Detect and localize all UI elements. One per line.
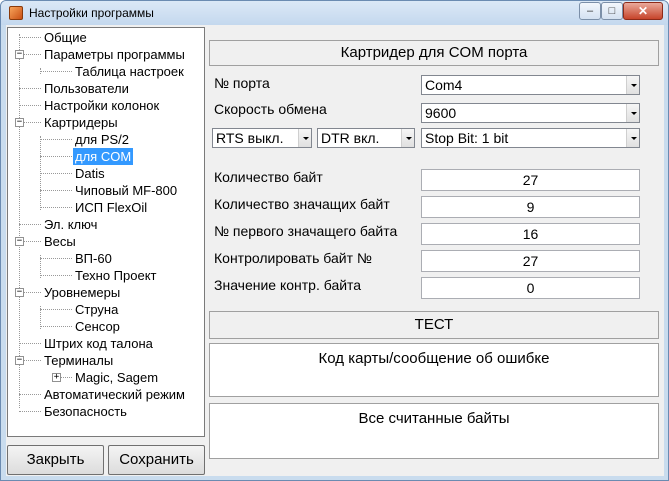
tree-item-flexoil[interactable]: ИСП FlexOil [73, 199, 149, 216]
tree-item-terminals[interactable]: Терминалы [42, 352, 115, 369]
tree-item-techno-project[interactable]: Техно Проект [73, 267, 159, 284]
tree-item-magic-sagem[interactable]: Magic, Sagem [73, 369, 160, 386]
tree-item-vp60[interactable]: ВП-60 [73, 250, 114, 267]
expand-toggle-params[interactable]: − [15, 50, 24, 59]
control-byte-label: Контролировать байт № [214, 250, 372, 266]
tree-item-scales[interactable]: Весы [42, 233, 78, 250]
tree-line [40, 326, 72, 327]
tree-item-security[interactable]: Безопасность [42, 403, 129, 420]
settings-window: Настройки программы – □ ✕ − − − − − + Об… [0, 0, 669, 481]
tree-line [19, 88, 41, 89]
read-bytes-output: Все считанные байты [209, 403, 659, 459]
minimize-button[interactable]: – [579, 2, 601, 20]
tree-line [40, 173, 72, 174]
tree-item-column-settings[interactable]: Настройки колонок [42, 97, 161, 114]
control-byte-field[interactable]: 27 [421, 250, 640, 272]
port-label: № порта [214, 75, 270, 91]
app-icon [9, 6, 23, 20]
rts-select-value: RTS выкл. [216, 130, 284, 146]
significant-bytes-field[interactable]: 9 [421, 196, 640, 218]
tree-item-general[interactable]: Общие [42, 29, 89, 46]
significant-bytes-label: Количество значащих байт [214, 196, 390, 212]
tree-item-barcode[interactable]: Штрих код талона [42, 335, 155, 352]
chevron-down-icon[interactable] [401, 129, 414, 147]
close-window-button[interactable]: ✕ [623, 2, 663, 20]
byte-count-field[interactable]: 27 [421, 169, 640, 191]
title-bar[interactable]: Настройки программы – □ ✕ [1, 1, 668, 25]
tree-line [19, 105, 41, 106]
settings-tree[interactable]: − − − − − + Общие Параметры программы Та… [7, 27, 205, 437]
tree-item-mf800[interactable]: Чиповый MF-800 [73, 182, 179, 199]
tree-item-settings-table[interactable]: Таблица настроек [73, 63, 186, 80]
first-byte-field[interactable]: 16 [421, 223, 640, 245]
tree-line [40, 71, 72, 72]
settings-panel: Картридер для COM порта № порта Com4 Ско… [208, 27, 664, 476]
speed-select-value: 9600 [425, 105, 457, 121]
rts-select[interactable]: RTS выкл. [212, 128, 312, 148]
tree-line [19, 224, 41, 225]
speed-label: Скорость обмена [214, 101, 327, 117]
expand-toggle-cardreaders[interactable]: − [15, 118, 24, 127]
speed-select[interactable]: 9600 [421, 103, 640, 123]
expand-toggle-levelmeters[interactable]: − [15, 288, 24, 297]
panel-header: Картридер для COM порта [209, 40, 659, 66]
byte-count-label: Количество байт [214, 169, 323, 185]
tree-line [40, 190, 72, 191]
tree-item-cardreaders[interactable]: Картридеры [42, 114, 120, 131]
maximize-button[interactable]: □ [601, 2, 623, 20]
tree-line [19, 411, 41, 412]
tree-item-struna[interactable]: Струна [73, 301, 120, 318]
stopbit-select-value: Stop Bit: 1 bit [425, 130, 509, 146]
tree-item-com[interactable]: для COM [73, 148, 134, 165]
save-button[interactable]: Сохранить [108, 445, 205, 475]
tree-line [40, 309, 72, 310]
tree-item-program-params[interactable]: Параметры программы [42, 46, 187, 63]
tree-line [40, 275, 72, 276]
chevron-down-icon[interactable] [298, 129, 311, 147]
chevron-down-icon[interactable] [626, 104, 639, 122]
expand-toggle-scales[interactable]: − [15, 237, 24, 246]
tree-line [19, 37, 41, 38]
tree-line [19, 343, 41, 344]
tree-item-users[interactable]: Пользователи [42, 80, 131, 97]
close-button[interactable]: Закрыть [7, 445, 104, 475]
first-byte-label: № первого значащего байта [214, 223, 398, 239]
tree-item-auto-mode[interactable]: Автоматический режим [42, 386, 187, 403]
expand-toggle-terminals[interactable]: − [15, 356, 24, 365]
tree-item-sensor[interactable]: Сенсор [73, 318, 122, 335]
expand-toggle-magic-sagem[interactable]: + [52, 373, 61, 382]
port-select-value: Com4 [425, 77, 463, 93]
chevron-down-icon[interactable] [626, 76, 639, 94]
client-area: − − − − − + Общие Параметры программы Та… [6, 25, 664, 476]
control-value-label: Значение контр. байта [214, 277, 362, 293]
chevron-down-icon[interactable] [626, 129, 639, 147]
port-select[interactable]: Com4 [421, 75, 640, 95]
tree-line [40, 207, 72, 208]
card-code-output: Код карты/сообщение об ошибке [209, 343, 659, 397]
test-button[interactable]: ТЕСТ [209, 311, 659, 339]
tree-item-levelmeters[interactable]: Уровнемеры [42, 284, 122, 301]
tree-item-datis[interactable]: Datis [73, 165, 107, 182]
stopbit-select[interactable]: Stop Bit: 1 bit [421, 128, 640, 148]
tree-line [40, 139, 72, 140]
tree-item-ps2[interactable]: для PS/2 [73, 131, 131, 148]
tree-item-el-key[interactable]: Эл. ключ [42, 216, 99, 233]
tree-line [19, 34, 20, 408]
dtr-select-value: DTR вкл. [321, 130, 380, 146]
tree-line [40, 156, 72, 157]
control-value-field[interactable]: 0 [421, 277, 640, 299]
dtr-select[interactable]: DTR вкл. [317, 128, 415, 148]
window-title: Настройки программы [29, 6, 154, 20]
tree-line [19, 394, 41, 395]
tree-line [40, 258, 72, 259]
